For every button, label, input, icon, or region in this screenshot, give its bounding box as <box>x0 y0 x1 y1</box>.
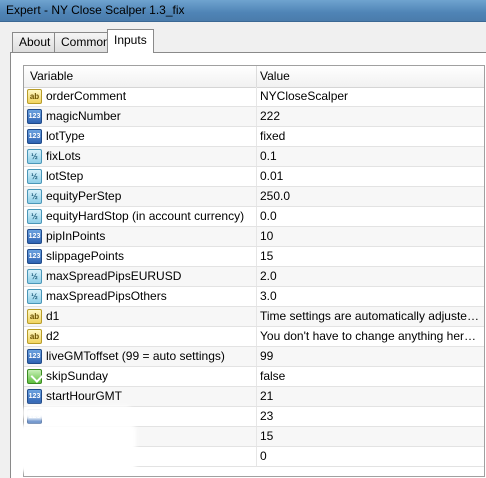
variable-value[interactable]: 99 <box>260 347 482 366</box>
cell-divider <box>256 187 257 206</box>
dbl-type-icon: ½ <box>27 149 42 164</box>
str-type-icon: ab <box>27 329 42 344</box>
variable-value[interactable]: 21 <box>260 387 482 406</box>
dbl-type-icon: ½ <box>27 289 42 304</box>
blur-overlay <box>18 424 136 472</box>
table-row[interactable]: ½ maxSpreadPipsOthers 3.0 <box>24 287 484 307</box>
variable-value[interactable]: fixed <box>260 127 482 146</box>
cell-divider <box>256 287 257 306</box>
variable-name: magicNumber <box>46 109 121 123</box>
table-row[interactable]: 123 pipInPoints 10 <box>24 227 484 247</box>
variable-name: maxSpreadPipsOthers <box>46 289 167 303</box>
str-type-icon: ab <box>27 89 42 104</box>
variable-value[interactable]: Time settings are automatically adjusted… <box>260 307 482 326</box>
table-row[interactable]: 123 lotType fixed <box>24 127 484 147</box>
table-row[interactable]: ½ equityHardStop (in account currency) 0.0 <box>24 207 484 227</box>
variable-value[interactable]: NYCloseScalper <box>260 87 482 106</box>
variable-value[interactable]: 0 <box>260 447 482 466</box>
blur-overlay <box>22 406 132 420</box>
cell-divider <box>256 347 257 366</box>
int-type-icon: 123 <box>27 109 42 124</box>
cell-divider <box>256 107 257 126</box>
variable-name: skipSunday <box>46 369 109 383</box>
variable-value[interactable]: You don't have to change anything here f… <box>260 327 482 346</box>
variable-name: lotStep <box>46 169 84 183</box>
variable-value[interactable]: 10 <box>260 227 482 246</box>
dialog-client: About Common Inputs Variable Value ab ord… <box>0 22 486 478</box>
variable-value[interactable]: 3.0 <box>260 287 482 306</box>
variable-name: fixLots <box>46 149 81 163</box>
int-type-icon: 123 <box>27 349 42 364</box>
cell-divider <box>256 247 257 266</box>
table-row[interactable]: ½ maxSpreadPipsEURUSD 2.0 <box>24 267 484 287</box>
variable-value[interactable]: 0.01 <box>260 167 482 186</box>
window-title: Expert - NY Close Scalper 1.3_fix <box>6 3 185 17</box>
title-bar[interactable]: Expert - NY Close Scalper 1.3_fix <box>0 0 486 22</box>
cell-divider <box>256 207 257 226</box>
cell-divider <box>256 407 257 426</box>
int-type-icon: 123 <box>27 389 42 404</box>
table-row[interactable]: ½ fixLots 0.1 <box>24 147 484 167</box>
cell-divider <box>256 367 257 386</box>
variable-value[interactable]: 15 <box>260 247 482 266</box>
cell-divider <box>256 327 257 346</box>
table-row[interactable]: ½ lotStep 0.01 <box>24 167 484 187</box>
dbl-type-icon: ½ <box>27 169 42 184</box>
cell-divider <box>256 87 257 106</box>
variable-name: orderComment <box>46 89 127 103</box>
tab-about[interactable]: About <box>12 32 58 52</box>
table-row[interactable]: skipSunday false <box>24 367 484 387</box>
variable-name: d2 <box>46 329 60 343</box>
table-row[interactable]: 123 slippagePoints 15 <box>24 247 484 267</box>
table-row[interactable]: ab orderComment NYCloseScalper <box>24 87 484 107</box>
cell-divider <box>256 427 257 446</box>
variable-name: maxSpreadPipsEURUSD <box>46 269 182 283</box>
variable-value[interactable]: 0.1 <box>260 147 482 166</box>
table-row[interactable]: 123 liveGMToffset (99 = auto settings) 99 <box>24 347 484 367</box>
variable-value[interactable]: 222 <box>260 107 482 126</box>
column-header-variable[interactable]: Variable <box>30 66 73 87</box>
cell-divider <box>256 127 257 146</box>
variable-name: equityPerStep <box>46 189 122 203</box>
table-row[interactable]: ab d1 Time settings are automatically adju… <box>24 307 484 327</box>
cell-divider <box>256 167 257 186</box>
cell-divider <box>256 387 257 406</box>
variable-value[interactable]: 23 <box>260 407 482 426</box>
variable-value[interactable]: 250.0 <box>260 187 482 206</box>
grid-header: Variable Value <box>24 66 484 88</box>
variable-value[interactable]: 15 <box>260 427 482 446</box>
bool-type-icon <box>27 369 42 384</box>
column-header-value[interactable]: Value <box>260 66 290 87</box>
cell-divider <box>256 227 257 246</box>
variable-value[interactable]: 2.0 <box>260 267 482 286</box>
int-type-icon: 123 <box>27 129 42 144</box>
dbl-type-icon: ½ <box>27 189 42 204</box>
variable-name: equityHardStop (in account currency) <box>46 209 245 223</box>
str-type-icon: ab <box>27 309 42 324</box>
cell-divider <box>256 147 257 166</box>
table-row[interactable]: 123 magicNumber 222 <box>24 107 484 127</box>
variable-value[interactable]: false <box>260 367 482 386</box>
variable-name: pipInPoints <box>46 229 106 243</box>
table-row[interactable]: 123 startHourGMT 21 <box>24 387 484 407</box>
int-type-icon: 123 <box>27 229 42 244</box>
cell-divider <box>256 307 257 326</box>
table-row[interactable]: ab d2 You don't have to change anything he… <box>24 327 484 347</box>
variable-name: d1 <box>46 309 60 323</box>
cell-divider <box>256 447 257 466</box>
column-divider[interactable] <box>256 66 257 87</box>
cell-divider <box>256 267 257 286</box>
int-type-icon: 123 <box>27 249 42 264</box>
variable-name: slippagePoints <box>46 249 125 263</box>
table-row[interactable]: ½ equityPerStep 250.0 <box>24 187 484 207</box>
dbl-type-icon: ½ <box>27 269 42 284</box>
variable-name: liveGMToffset (99 = auto settings) <box>46 349 225 363</box>
tab-inputs[interactable]: Inputs <box>107 29 154 53</box>
variable-value[interactable]: 0.0 <box>260 207 482 226</box>
dbl-type-icon: ½ <box>27 209 42 224</box>
variable-name: startHourGMT <box>46 389 123 403</box>
variable-name: lotType <box>46 129 85 143</box>
